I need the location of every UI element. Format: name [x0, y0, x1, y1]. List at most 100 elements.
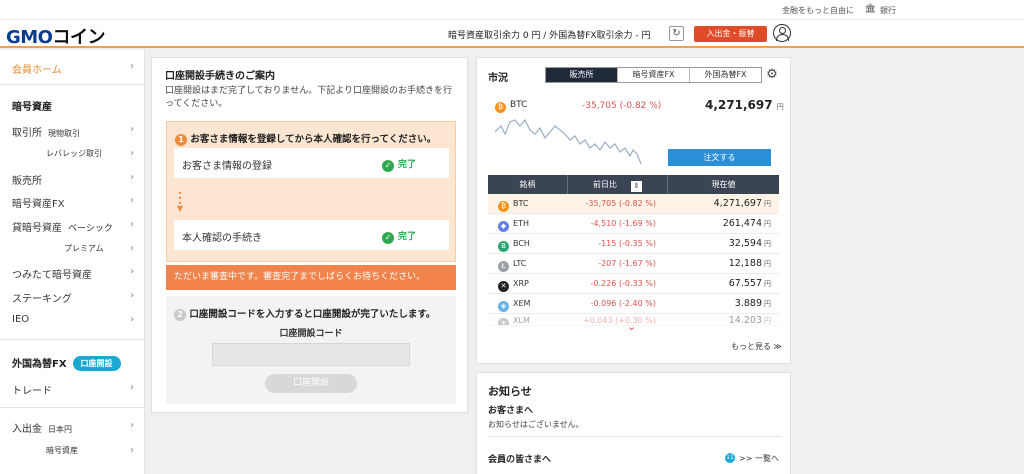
row-price: 4,271,697 円: [713, 198, 771, 209]
col-symbol: 銘柄: [488, 175, 568, 194]
sidebar-heading-fx: 外国為替FX 口座開設: [12, 355, 134, 371]
step-row-identity: 本人確認の手続き ✓ 完了: [174, 220, 449, 250]
sidebar-item-trade[interactable]: トレード ›: [12, 382, 134, 398]
tab-sales[interactable]: 販売所: [546, 68, 618, 82]
row-price: 12,188 円: [728, 258, 771, 269]
row-symbol: Ł LTC: [488, 254, 568, 273]
row-price: 32,594 円: [728, 238, 771, 249]
progress-dots: • • • ▼: [177, 189, 184, 213]
chevron-down-icon[interactable]: ⌄: [627, 320, 636, 333]
account-code-input[interactable]: [212, 343, 410, 366]
row-change: -35,705 (-0.82 %): [585, 199, 656, 208]
sidebar-item-crypto-fx[interactable]: 暗号資産FX ›: [12, 195, 134, 211]
row-symbol: ✈ XLM: [488, 314, 568, 325]
chevron-right-icon: ›: [130, 219, 134, 230]
step-number-badge: 2: [174, 309, 186, 321]
user-icon[interactable]: [773, 24, 791, 42]
xem-coin-icon: ◈: [498, 301, 509, 312]
table-row[interactable]: Ł LTC -207 (-1.67 %) 12,188 円: [488, 254, 779, 274]
sidebar-item-deposit-crypto[interactable]: 暗号資産 ›: [12, 445, 134, 461]
selected-price: 4,271,697 円: [705, 98, 784, 112]
row-change: -4,510 (-1.69 %): [590, 219, 656, 228]
deposit-transfer-button[interactable]: 入出金・振替: [694, 26, 767, 42]
bank-link[interactable]: 銀行: [880, 5, 896, 16]
sidebar-item-ieo[interactable]: IEO ›: [12, 314, 134, 330]
sidebar-item-leverage[interactable]: レバレッジ取引 ›: [12, 148, 134, 164]
sidebar-item-tsumitate[interactable]: つみたて暗号資産 ›: [12, 266, 134, 282]
market-title: 市況: [488, 73, 508, 84]
price-sparkline: [495, 118, 642, 165]
code-label: 口座開設コード: [279, 329, 343, 339]
open-account-button[interactable]: 口座開設: [265, 374, 357, 393]
sidebar-item-staking[interactable]: ステーキング ›: [12, 290, 134, 306]
bank-icon[interactable]: 🏛: [865, 4, 876, 14]
logo[interactable]: GMOコイン: [6, 23, 105, 49]
news-members-heading: 会員の皆さまへ: [488, 455, 552, 465]
done-status: ✓ 完了: [382, 229, 416, 244]
guide-title: 口座開設手続きのご案内: [165, 71, 275, 82]
xrp-coin-icon: ✕: [498, 281, 509, 292]
xlm-coin-icon: ✈: [498, 318, 509, 325]
btc-coin-icon: ₿: [498, 201, 509, 212]
guide-description: 口座開設はまだ完了しておりません。下記より口座開設のお手続きを行ってください。: [165, 86, 453, 109]
eth-coin-icon: ◆: [498, 221, 509, 232]
sidebar-item-deposit[interactable]: 入出金 日本円 ›: [12, 420, 134, 436]
sidebar-item-lending[interactable]: 貸暗号資産 ベーシック ›: [12, 219, 134, 235]
col-change[interactable]: 前日比 ⇕: [568, 175, 668, 194]
table-row[interactable]: ◈ XEM -0.096 (-2.40 %) 3.889 円: [488, 294, 779, 314]
sidebar-item-lending-premium[interactable]: プレミアム ›: [12, 243, 134, 259]
table-row[interactable]: B BCH -115 (-0.35 %) 32,594 円: [488, 234, 779, 254]
market-panel: 市況 販売所 暗号資産FX 外国為替FX ⚙ ₿ BTC -35,705 (-0.…: [476, 57, 791, 364]
news-customers-heading: お客さまへ: [488, 406, 534, 416]
sidebar-item-exchange[interactable]: 取引所 現物取引 ›: [12, 124, 134, 140]
row-price: 261,474 円: [722, 218, 771, 229]
review-banner: ただいま審査中です。審査完了までしばらくお待ちください。: [166, 265, 456, 290]
balance-summary: 暗号資産取引余力 0 円 / 外国為替FX取引余力 - 円: [448, 31, 651, 41]
sidebar: 会員ホーム › 暗号資産 取引所 現物取引 › レバレッジ取引 › 販売所 › 暗号資産F…: [0, 50, 145, 474]
row-price: 14.203 円: [728, 315, 771, 326]
check-icon: ✓: [382, 232, 394, 244]
top-utility-bar: 金融をもっと自由に 🏛 銀行: [0, 0, 1024, 20]
tab-forex-fx[interactable]: 外国為替FX: [690, 68, 761, 82]
col-price: 現在値: [711, 180, 736, 189]
done-status: ✓ 完了: [382, 157, 416, 172]
chevron-right-icon: ›: [130, 172, 134, 183]
sidebar-item-home[interactable]: 会員ホーム ›: [12, 61, 134, 77]
table-row[interactable]: ✕ XRP -0.226 (-0.33 %) 67.557 円: [488, 274, 779, 294]
sort-icon[interactable]: ⇕: [631, 181, 642, 192]
chevron-right-icon: ›: [130, 124, 134, 135]
selected-coin: ₿ BTC: [495, 100, 527, 113]
row-change: -0.096 (-2.40 %): [590, 299, 656, 308]
header: GMOコイン 暗号資産取引余力 0 円 / 外国為替FX取引余力 - 円 ↻ 入…: [0, 20, 1024, 48]
order-button[interactable]: 注文する: [668, 149, 771, 166]
fx-open-account-pill[interactable]: 口座開設: [72, 356, 121, 371]
divider: [0, 84, 145, 85]
selected-change: -35,705 (-0.82 %): [582, 101, 662, 111]
chevron-right-icon: ›: [130, 290, 134, 301]
table-row[interactable]: ₿ BTC -35,705 (-0.82 %) 4,271,697 円: [488, 194, 779, 214]
news-title: お知らせ: [488, 385, 532, 398]
chevron-right-icon: ›: [130, 314, 134, 325]
row-symbol: B BCH: [488, 234, 568, 253]
table-row[interactable]: ◆ ETH -4,510 (-1.69 %) 261,474 円: [488, 214, 779, 234]
bch-coin-icon: B: [498, 241, 509, 252]
show-more-link[interactable]: もっと見る ≫: [731, 341, 782, 352]
row-change: +0.043 (+0.30 %): [582, 316, 656, 325]
row-change: -207 (-1.67 %): [598, 259, 656, 268]
step-row-customer-info: お客さま情報の登録 ✓ 完了: [174, 148, 449, 178]
row-price: 67.557 円: [728, 278, 771, 289]
chevron-right-icon: ›: [130, 266, 134, 277]
sidebar-item-sales[interactable]: 販売所 ›: [12, 172, 134, 188]
ltc-coin-icon: Ł: [498, 261, 509, 272]
tab-crypto-fx[interactable]: 暗号資産FX: [618, 68, 690, 82]
chevron-right-icon: ›: [130, 195, 134, 206]
news-panel: お知らせ お客さまへ お知らせはございません。 会員の皆さまへ 11 >> 一覧…: [476, 372, 791, 474]
gear-icon[interactable]: ⚙: [764, 67, 780, 83]
account-code-area: 2 口座開設コードを入力すると口座開設が完了いたします。 口座開設コード 口座開…: [166, 296, 456, 404]
row-price: 3.889 円: [734, 298, 771, 309]
row-change: -0.226 (-0.33 %): [590, 279, 656, 288]
news-all-link[interactable]: >> 一覧へ: [739, 453, 779, 464]
price-table: 銘柄 前日比 ⇕ 現在値 ₿ BTC -35,705 (-0.82 %) 4,271,6…: [488, 175, 779, 326]
row-symbol: ◈ XEM: [488, 294, 568, 313]
refresh-icon[interactable]: ↻: [669, 26, 684, 41]
